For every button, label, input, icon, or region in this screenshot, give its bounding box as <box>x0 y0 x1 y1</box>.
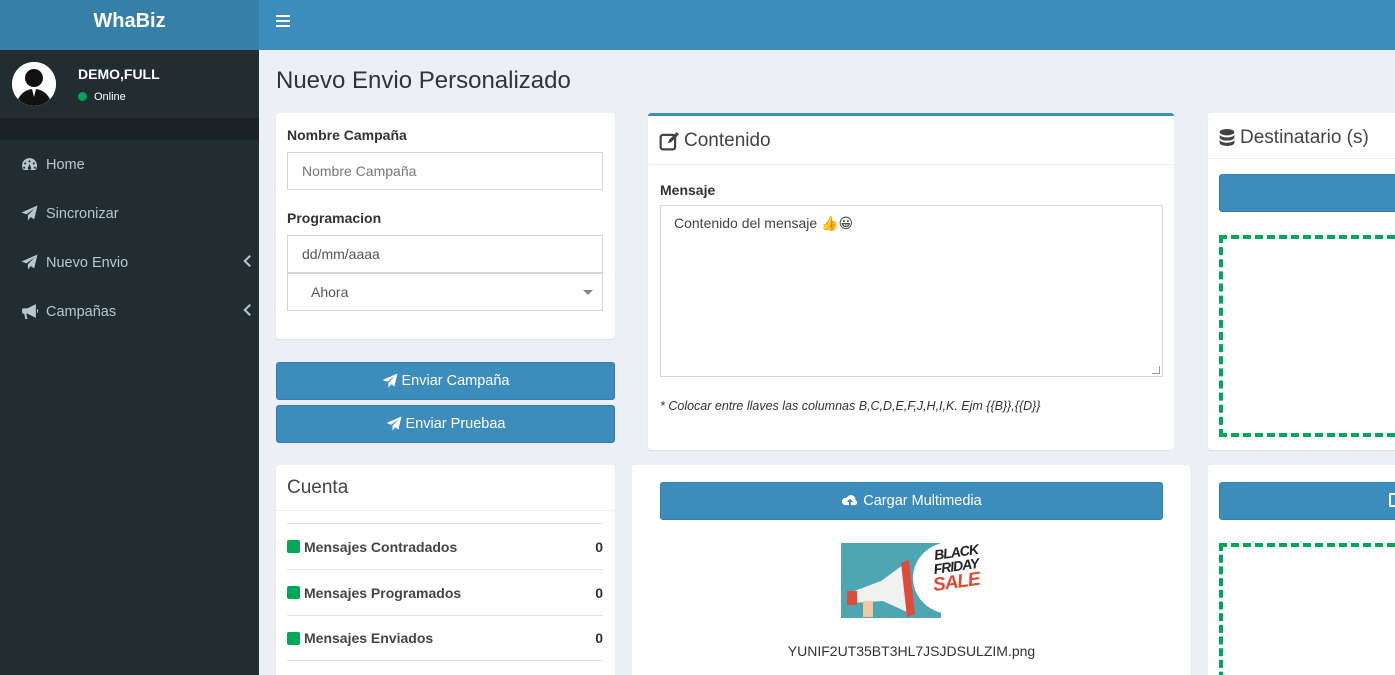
cloud-upload-icon <box>842 494 858 505</box>
edit-icon <box>659 132 679 151</box>
content-title: Contenido <box>684 130 771 151</box>
stat-value: 0 <box>595 538 603 555</box>
upload-multimedia-label: Cargar Multimedia <box>863 493 982 509</box>
stat-value: 0 <box>595 630 603 646</box>
chevron-left-icon <box>243 304 253 318</box>
multimedia-thumbnail[interactable]: BLACK FRIDAY SALE <box>841 543 981 618</box>
paper-plane-icon <box>19 254 39 271</box>
stat-label: Mensajes Programados <box>304 584 462 601</box>
database-icon <box>1219 128 1235 146</box>
paper-plane-icon <box>386 416 402 431</box>
green-square-icon <box>287 540 300 553</box>
page-title: Nuevo Envio Personalizado <box>276 67 571 94</box>
sidebar-item-sincronizar[interactable]: Sincronizar <box>0 189 259 238</box>
message-textarea[interactable]: Contenido del mensaje 👍😀 <box>660 205 1163 377</box>
date-input[interactable]: dd/mm/aaaa <box>287 235 603 273</box>
image-text-line: SALE <box>931 568 981 597</box>
campaign-form-box: Nombre Campaña Nombre Campaña Programaci… <box>276 113 615 339</box>
sidebar-menu: Home Sincronizar Nuevo Envio Campañas <box>0 140 259 336</box>
sidebar-item-label: Home <box>46 156 85 173</box>
user-name: DEMO,FULL <box>78 65 160 82</box>
stat-row-contratados: Mensajes Contradados 0 <box>287 523 603 569</box>
recipients-media-dropzone[interactable] <box>1219 543 1395 675</box>
sidebar: WhaBiz DEMO,FULL Online Home Sincronizar… <box>0 0 259 675</box>
send-campaign-button[interactable]: Enviar Campaña <box>276 362 615 400</box>
caret-down-icon <box>583 290 593 295</box>
recipients-title: Destinatario (s) <box>1240 127 1369 148</box>
recipients-upload-button[interactable] <box>1219 482 1395 520</box>
stat-label: Mensajes Contradados <box>304 538 458 555</box>
content-header: Contenido <box>659 130 771 152</box>
paper-plane-icon <box>19 205 39 222</box>
online-dot-icon <box>78 92 87 101</box>
message-label: Mensaje <box>660 182 716 198</box>
account-box: Cuenta Mensajes Contradados 0 Mensajes P… <box>276 465 615 675</box>
top-navbar <box>259 0 1395 50</box>
dashboard-icon <box>19 157 39 173</box>
sidebar-separator <box>0 118 259 140</box>
content-box: Contenido Mensaje Contenido del mensaje … <box>648 113 1174 450</box>
user-status: Online <box>78 91 160 103</box>
campaign-name-input[interactable]: Nombre Campaña <box>287 152 603 190</box>
menu-toggle-icon[interactable] <box>276 15 290 29</box>
multimedia-filename: YUNIF2UT35BT3HL7JSJDSULZIM.png <box>787 643 1036 659</box>
chevron-left-icon <box>243 255 253 269</box>
sidebar-item-label: Sincronizar <box>46 205 119 222</box>
message-text: Contenido del mensaje 👍😀 <box>674 215 854 231</box>
sidebar-item-home[interactable]: Home <box>0 140 259 189</box>
image-text: BLACK FRIDAY SALE <box>931 543 981 597</box>
brand-logo[interactable]: WhaBiz <box>0 0 259 50</box>
send-test-button[interactable]: Enviar Pruebaa <box>276 405 615 443</box>
upload-multimedia-button[interactable]: Cargar Multimedia <box>660 482 1163 520</box>
stat-row-programados: Mensajes Programados 0 <box>287 569 603 615</box>
resize-handle-icon[interactable] <box>1152 366 1160 374</box>
schedule-label: Programacion <box>287 210 382 226</box>
user-silhouette-icon <box>12 62 56 106</box>
stat-row-enviados: Mensajes Enviados 0 <box>287 615 603 661</box>
time-select-value: Ahora <box>311 284 349 300</box>
green-square-icon <box>287 631 300 645</box>
send-campaign-label: Enviar Campaña <box>401 373 510 389</box>
recipients-header: Destinatario (s) <box>1219 127 1369 149</box>
sidebar-item-campanas[interactable]: Campañas <box>0 287 259 336</box>
file-icon <box>1389 493 1395 507</box>
avatar <box>12 62 56 106</box>
stat-label: Mensajes Enviados <box>304 630 434 646</box>
sidebar-item-label: Campañas <box>46 303 117 320</box>
paper-plane-icon <box>382 373 397 388</box>
recipients-dropzone[interactable] <box>1219 235 1395 437</box>
recipients-action-button[interactable] <box>1219 174 1395 212</box>
brand-name: WhaBiz <box>93 9 166 32</box>
user-panel: DEMO,FULL Online <box>0 50 259 118</box>
send-test-label: Enviar Pruebaa <box>405 416 506 432</box>
stat-value: 0 <box>595 584 603 601</box>
placeholder-hint: * Colocar entre llaves las columnas B,C,… <box>660 399 1041 413</box>
campaign-name-label: Nombre Campaña <box>287 127 407 143</box>
account-title: Cuenta <box>287 477 349 498</box>
green-square-icon <box>287 586 300 599</box>
sidebar-item-label: Nuevo Envio <box>46 254 129 271</box>
bullhorn-icon <box>19 304 39 320</box>
sidebar-item-nuevo-envio[interactable]: Nuevo Envio <box>0 238 259 287</box>
user-status-text: Online <box>94 90 126 103</box>
time-select[interactable]: Ahora <box>287 273 603 311</box>
